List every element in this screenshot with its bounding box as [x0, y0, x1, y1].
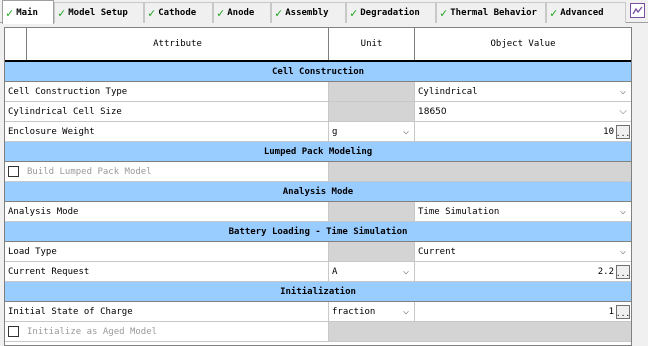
checkbox-label: Build Lumped Pack Model — [27, 166, 152, 177]
tab-advanced[interactable]: ✓ Advanced — [546, 2, 626, 23]
tab-thermal-behavior[interactable]: ✓ Thermal Behavior — [436, 2, 546, 23]
chevron-down-icon[interactable]: ⌵ — [617, 246, 629, 257]
chevron-down-icon[interactable]: ⌵ — [617, 106, 629, 117]
row-header-corner — [5, 28, 27, 60]
tab-assembly[interactable]: ✓ Assembly — [271, 2, 346, 23]
check-icon: ✓ — [440, 6, 448, 20]
analysis-mode-dropdown[interactable]: Time Simulation ⌵ — [415, 202, 631, 221]
row-cylindrical-cell-size: Cylindrical Cell Size 18650 ⌵ — [5, 102, 631, 122]
grid-header: Attribute Unit Object Value — [5, 28, 631, 62]
attribute-label: Cell Construction Type — [5, 82, 329, 101]
disabled-cell — [329, 162, 631, 181]
check-icon: ✓ — [6, 5, 14, 20]
check-icon: ✓ — [550, 6, 558, 20]
input-value: 10 — [603, 126, 614, 137]
tab-label: Cathode — [158, 8, 197, 18]
check-icon: ✓ — [148, 6, 156, 20]
unit-value: fraction — [332, 306, 376, 317]
row-build-lumped-pack-model: Build Lumped Pack Model — [5, 162, 631, 182]
unit-cell-empty — [329, 82, 415, 101]
attribute-label: Enclosure Weight — [5, 122, 329, 141]
build-lumped-pack-checkbox[interactable] — [8, 166, 19, 177]
initial-soc-unit-dropdown[interactable]: fraction ⌵ — [329, 302, 415, 321]
dropdown-value: Current — [418, 246, 456, 257]
dropdown-value: 18650 — [418, 106, 447, 117]
tab-main[interactable]: ✓ Main — [2, 0, 54, 24]
row-initialize-as-aged-model: Initialize as Aged Model — [5, 322, 631, 342]
ellipsis-button[interactable]: ... — [616, 124, 630, 139]
ellipsis-button[interactable]: ... — [616, 264, 630, 279]
section-initialization: Initialization — [5, 282, 631, 302]
row-cell-construction-type: Cell Construction Type Cylindrical ⌵ — [5, 82, 631, 102]
cylindrical-cell-size-dropdown[interactable]: 18650 ⌵ — [415, 102, 631, 121]
chevron-down-icon[interactable]: ⌵ — [617, 86, 629, 97]
tab-label: Assembly — [285, 8, 329, 18]
column-header-unit[interactable]: Unit — [329, 28, 415, 60]
column-header-attribute[interactable]: Attribute — [27, 28, 329, 60]
check-icon: ✓ — [275, 6, 283, 20]
unit-cell-empty — [329, 202, 415, 221]
attribute-label: Current Request — [5, 262, 329, 281]
ellipsis-button[interactable]: ... — [616, 304, 630, 319]
build-lumped-pack-option: Build Lumped Pack Model — [5, 162, 329, 181]
chevron-down-icon[interactable]: ⌵ — [400, 266, 412, 277]
dropdown-value: Time Simulation — [418, 206, 500, 217]
initialize-aged-checkbox[interactable] — [8, 326, 19, 337]
dropdown-value: Cylindrical — [418, 86, 478, 97]
column-header-value[interactable]: Object Value — [415, 28, 631, 60]
tab-label: Main — [16, 7, 38, 18]
input-value: 2.2 — [597, 266, 614, 277]
initial-soc-input[interactable]: 1 ... — [415, 302, 631, 321]
enclosure-weight-unit-dropdown[interactable]: g ⌵ — [329, 122, 415, 141]
tab-label: Degradation — [360, 8, 420, 18]
check-icon: ✓ — [350, 6, 358, 20]
attribute-label: Load Type — [5, 242, 329, 261]
tab-label: Anode — [227, 8, 255, 18]
section-lumped-pack-modeling: Lumped Pack Modeling — [5, 142, 631, 162]
tab-label: Advanced — [560, 8, 604, 18]
tab-degradation[interactable]: ✓ Degradation — [346, 2, 436, 23]
enclosure-weight-input[interactable]: 10 ... — [415, 122, 631, 141]
row-initial-state-of-charge: Initial State of Charge fraction ⌵ 1 ... — [5, 302, 631, 322]
current-request-unit-dropdown[interactable]: A ⌵ — [329, 262, 415, 281]
row-enclosure-weight: Enclosure Weight g ⌵ 10 ... — [5, 122, 631, 142]
input-value: 1 — [608, 306, 614, 317]
unit-value: g — [332, 126, 338, 137]
unit-cell-empty — [329, 242, 415, 261]
current-request-input[interactable]: 2.2 ... — [415, 262, 631, 281]
chevron-down-icon[interactable]: ⌵ — [400, 126, 412, 137]
checkbox-label: Initialize as Aged Model — [27, 326, 158, 337]
unit-value: A — [332, 266, 338, 277]
tab-model-setup[interactable]: ✓ Model Setup — [54, 2, 144, 23]
check-icon: ✓ — [58, 6, 66, 20]
chevron-down-icon[interactable]: ⌵ — [400, 306, 412, 317]
row-current-request: Current Request A ⌵ 2.2 ... — [5, 262, 631, 282]
load-type-dropdown[interactable]: Current ⌵ — [415, 242, 631, 261]
tab-bar: ✓ Main ✓ Model Setup ✓ Cathode ✓ Anode ✓ Asse… — [0, 0, 648, 24]
attribute-label: Cylindrical Cell Size — [5, 102, 329, 121]
tab-cathode[interactable]: ✓ Cathode — [144, 2, 213, 23]
initialize-aged-option: Initialize as Aged Model — [5, 322, 329, 341]
check-icon: ✓ — [217, 6, 225, 20]
chevron-down-icon[interactable]: ⌵ — [617, 206, 629, 217]
row-analysis-mode: Analysis Mode Time Simulation ⌵ — [5, 202, 631, 222]
disabled-cell — [329, 322, 631, 341]
tab-label: Model Setup — [68, 8, 128, 18]
row-load-type: Load Type Current ⌵ — [5, 242, 631, 262]
attribute-label: Initial State of Charge — [5, 302, 329, 321]
tab-label: Thermal Behavior — [450, 8, 537, 18]
property-grid: Attribute Unit Object Value Cell Constru… — [4, 27, 632, 346]
section-analysis-mode: Analysis Mode — [5, 182, 631, 202]
section-cell-construction: Cell Construction — [5, 62, 631, 82]
cell-construction-type-dropdown[interactable]: Cylindrical ⌵ — [415, 82, 631, 101]
tab-anode[interactable]: ✓ Anode — [213, 2, 271, 23]
attribute-label: Analysis Mode — [5, 202, 329, 221]
chart-icon[interactable] — [630, 3, 645, 18]
section-battery-loading: Battery Loading - Time Simulation — [5, 222, 631, 242]
unit-cell-empty — [329, 102, 415, 121]
